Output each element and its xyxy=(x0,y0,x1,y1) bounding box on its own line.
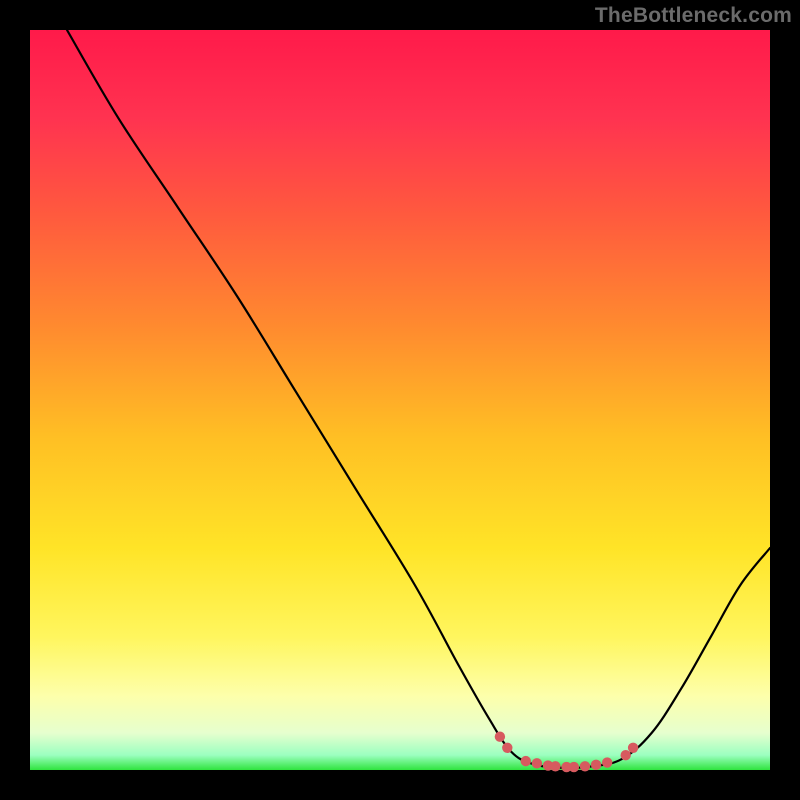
trough-marker xyxy=(628,743,638,753)
trough-marker xyxy=(550,761,560,771)
trough-marker xyxy=(580,761,590,771)
trough-marker xyxy=(569,762,579,772)
trough-markers xyxy=(495,732,639,773)
chart-frame: TheBottleneck.com xyxy=(0,0,800,800)
trough-marker xyxy=(502,743,512,753)
watermark-text: TheBottleneck.com xyxy=(595,4,792,28)
trough-marker xyxy=(602,757,612,767)
trough-marker xyxy=(532,758,542,768)
trough-marker xyxy=(591,760,601,770)
chart-svg xyxy=(30,30,770,770)
trough-marker xyxy=(495,732,505,742)
trough-marker xyxy=(621,750,631,760)
bottleneck-curve xyxy=(67,30,770,768)
trough-marker xyxy=(521,756,531,766)
